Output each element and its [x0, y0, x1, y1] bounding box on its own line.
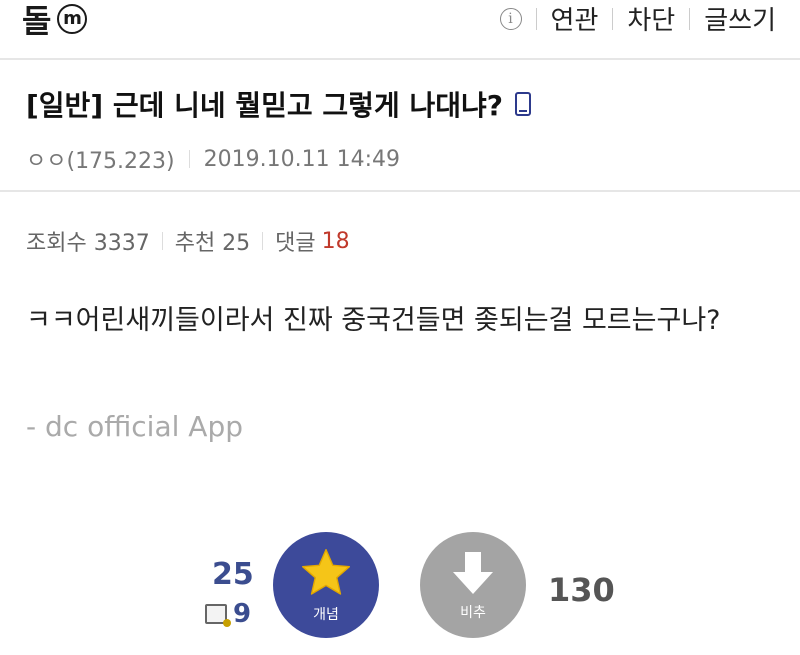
post-stats: 조회수 3337 추천 25 댓글 18: [26, 225, 350, 257]
header-divider: [0, 58, 800, 60]
top-actions: i 연관 차단 글쓰기: [499, 0, 776, 37]
reply-label[interactable]: 댓글: [275, 225, 315, 257]
downvote-button[interactable]: 비추: [420, 532, 526, 638]
minor-gallery-badge: m: [57, 4, 88, 34]
post-title-text: [일반] 근데 니네 뭘믿고 그렇게 나대냐?: [26, 89, 503, 122]
post-date: 2019.10.11 14:49: [203, 146, 400, 172]
star-icon: [301, 548, 351, 595]
separator: [161, 232, 163, 250]
downvote-label: 비추: [460, 605, 486, 621]
app-signature: - dc official App: [26, 410, 243, 443]
down-arrow-icon: [453, 552, 493, 594]
info-icon[interactable]: i: [499, 7, 522, 30]
top-bar: 돌 m i 연관 차단 글쓰기: [0, 0, 800, 44]
author[interactable]: ㅇㅇ(175.223): [26, 143, 175, 175]
separator: [262, 232, 264, 250]
upvote-button[interactable]: 개념: [273, 532, 379, 638]
gallery-title[interactable]: 돌 m: [22, 0, 88, 42]
fixed-post-icon: [205, 604, 231, 627]
fixed-recommend: 9: [205, 599, 251, 629]
gallery-name[interactable]: 돌: [22, 0, 51, 42]
upvote-label: 개념: [313, 607, 339, 623]
block-button[interactable]: 차단: [627, 0, 675, 37]
separator: [689, 7, 691, 30]
write-button[interactable]: 글쓰기: [704, 0, 776, 37]
post-title: [일반] 근데 니네 뭘믿고 그렇게 나대냐?: [26, 84, 531, 124]
separator: [188, 150, 190, 168]
downvote-count: 130: [548, 571, 615, 609]
post-meta: ㅇㅇ(175.223) 2019.10.11 14:49: [26, 143, 400, 175]
recommend-total: 25: [212, 557, 254, 592]
title-divider: [0, 190, 800, 192]
mobile-phone-icon: [514, 92, 531, 116]
separator: [535, 7, 537, 30]
separator: [612, 7, 614, 30]
recommend-count: 추천 25: [174, 231, 251, 256]
fixed-recommend-count: 9: [233, 599, 252, 629]
view-count: 조회수 3337: [26, 231, 150, 256]
related-button[interactable]: 연관: [551, 0, 599, 37]
post-body: ㅋㅋ어린새끼들이라서 진짜 중국건들면 좆되는걸 모르는구나?: [26, 305, 721, 336]
reply-count[interactable]: 18: [322, 229, 350, 254]
